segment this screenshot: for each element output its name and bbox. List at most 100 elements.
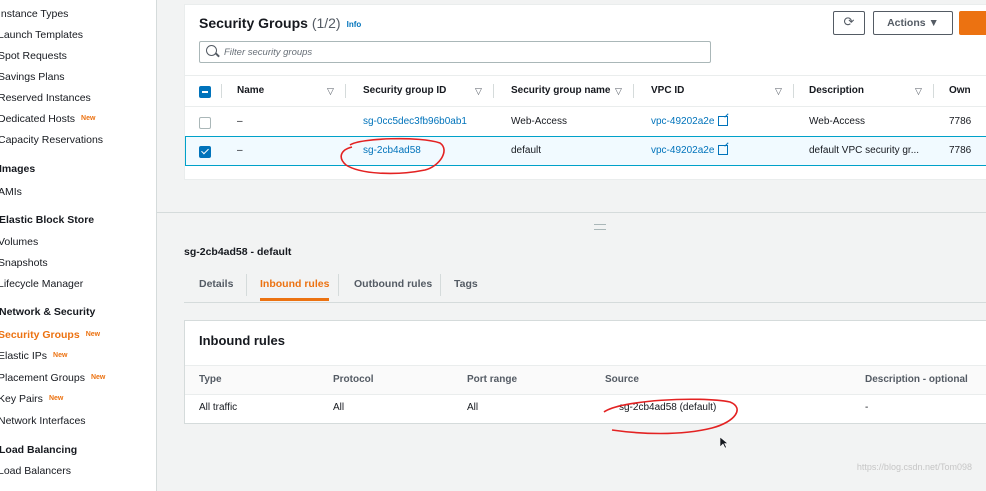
sidebar-item-volumes[interactable]: Volumes	[0, 232, 38, 252]
column-header-group-name[interactable]: Security group name	[511, 76, 610, 106]
column-divider	[221, 84, 222, 98]
new-badge: New	[81, 115, 96, 123]
info-link[interactable]: Info	[347, 20, 362, 29]
cell-description: default VPC security gr...	[809, 145, 920, 156]
cell-type: All traffic	[199, 402, 238, 413]
sidebar-item-key-pairs[interactable]: Key Pairs New	[0, 389, 63, 409]
tab-inbound-rules[interactable]: Inbound rules	[260, 268, 330, 301]
column-divider	[345, 84, 346, 98]
tab-tags[interactable]: Tags	[454, 268, 478, 300]
tab-divider	[440, 274, 441, 296]
external-link-icon	[718, 116, 729, 127]
search-icon	[206, 45, 217, 56]
resize-handle[interactable]	[594, 224, 606, 230]
cell-group-name: default	[511, 145, 542, 156]
cell-description: -	[865, 402, 869, 413]
cell-protocol: All	[333, 402, 345, 413]
cell-group-name: Web-Access	[511, 116, 567, 127]
sidebar-heading-images[interactable]: Images	[0, 159, 35, 179]
cell-group-id-link[interactable]: sg-0cc5dec3fb96b0ab1	[363, 107, 467, 137]
row-checkbox[interactable]	[199, 146, 211, 158]
column-header-protocol: Protocol	[333, 374, 374, 385]
sidebar-heading-elastic-block-store[interactable]: Elastic Block Store	[0, 210, 94, 230]
detail-tabs: Details Inbound rules Outbound rules Tag…	[184, 268, 986, 303]
cell-name: –	[237, 145, 243, 156]
table-row-selected[interactable]: – sg-2cb4ad58 default vpc-49202a2e defau…	[185, 136, 986, 166]
sort-down-icon[interactable]: ▽	[615, 76, 622, 106]
tab-divider	[338, 274, 339, 296]
inbound-rules-header: Type Protocol Port range Source Descript…	[185, 365, 986, 395]
create-security-group-button[interactable]	[959, 11, 986, 35]
refresh-button[interactable]: ⟳	[833, 11, 865, 35]
sidebar-item-snapshots[interactable]: Snapshots	[0, 253, 48, 273]
column-header-vpc-id[interactable]: VPC ID	[651, 76, 684, 106]
cell-vpc-id-link[interactable]: vpc-49202a2e	[651, 107, 729, 137]
column-divider	[633, 84, 634, 98]
new-badge: New	[48, 395, 64, 403]
column-header-port-range: Port range	[467, 374, 518, 385]
cell-source: sg-2cb4ad58 (default)	[619, 402, 717, 413]
column-divider	[493, 84, 494, 98]
sidebar-item-spot-requests[interactable]: Spot Requests	[0, 46, 67, 66]
sidebar-item-capacity-reservations[interactable]: Capacity Reservations	[0, 130, 103, 150]
page-title: Security Groups (1/2) Info	[199, 15, 362, 31]
sidebar-item-elastic-ips[interactable]: Elastic IPs New	[0, 346, 67, 366]
sidebar-item-launch-templates[interactable]: Launch Templates	[0, 25, 83, 45]
cell-owner: 7786	[949, 145, 972, 156]
tab-divider	[246, 274, 247, 296]
sidebar-item-load-balancers[interactable]: Load Balancers	[0, 461, 71, 481]
select-all-checkbox[interactable]	[199, 86, 211, 98]
sort-down-icon[interactable]: ▽	[475, 76, 482, 106]
sort-down-icon[interactable]: ▽	[775, 76, 782, 106]
sidebar-item-savings-plans[interactable]: Savings Plans	[0, 67, 65, 87]
column-header-description[interactable]: Description	[809, 76, 864, 106]
search-input[interactable]	[222, 43, 696, 61]
table-row: All traffic All All sg-2cb4ad58 (default…	[185, 394, 986, 422]
sidebar-item-network-interfaces[interactable]: Network Interfaces	[0, 411, 86, 431]
sort-down-icon[interactable]: ▽	[327, 76, 334, 106]
cell-description: Web-Access	[809, 116, 865, 127]
security-groups-panel: Security Groups (1/2)Info ⟳ Actions ▼ Na…	[184, 4, 986, 180]
sidebar-item-dedicated-hosts[interactable]: Dedicated Hosts New	[0, 109, 95, 129]
sort-down-icon[interactable]: ▽	[915, 76, 922, 106]
table-header: Name ▽ Security group ID ▽ Security grou…	[185, 75, 986, 106]
sidebar-item-reserved-instances[interactable]: Reserved Instances	[0, 88, 91, 108]
external-link-icon	[718, 145, 729, 156]
sidebar-heading-load-balancing[interactable]: Load Balancing	[0, 440, 77, 460]
mouse-cursor-icon	[719, 436, 729, 452]
inbound-rules-panel: Inbound rules Type Protocol Port range S…	[184, 320, 986, 424]
column-header-source: Source	[605, 374, 639, 385]
refresh-icon: ⟳	[843, 14, 855, 29]
new-badge: New	[85, 331, 101, 339]
cell-port-range: All	[467, 402, 479, 413]
sidebar-item-amis[interactable]: AMIs	[0, 182, 22, 202]
cell-name: –	[237, 116, 243, 127]
column-header-description: Description - optional	[865, 374, 968, 385]
detail-title: sg-2cb4ad58 - default	[184, 246, 292, 258]
tab-outbound-rules[interactable]: Outbound rules	[354, 268, 432, 300]
column-header-type: Type	[199, 374, 222, 385]
watermark: https://blog.csdn.net/Tom098	[856, 462, 972, 472]
sidebar-item-placement-groups[interactable]: Placement Groups New	[0, 368, 105, 388]
sidebar-item-instance-types[interactable]: Instance Types	[0, 4, 68, 24]
search-field[interactable]	[199, 41, 711, 63]
tab-details[interactable]: Details	[199, 268, 233, 300]
actions-button[interactable]: Actions ▼	[873, 11, 953, 35]
sidebar-item-lifecycle-manager[interactable]: Lifecycle Manager	[0, 274, 83, 294]
column-divider	[933, 84, 934, 98]
new-badge: New	[53, 352, 68, 360]
sidebar: Instance Types Launch Templates Spot Req…	[0, 0, 157, 491]
column-header-owner[interactable]: Own	[949, 76, 971, 106]
column-header-group-id[interactable]: Security group ID	[363, 76, 446, 106]
sidebar-heading-network-security[interactable]: Network & Security	[0, 302, 95, 322]
column-header-name[interactable]: Name	[237, 76, 264, 106]
cell-group-id-link[interactable]: sg-2cb4ad58	[363, 137, 421, 167]
column-divider	[793, 84, 794, 98]
table-row[interactable]: – sg-0cc5dec3fb96b0ab1 Web-Access vpc-49…	[185, 106, 986, 137]
sidebar-item-security-groups[interactable]: Security Groups New	[0, 325, 100, 345]
cell-vpc-id-link[interactable]: vpc-49202a2e	[651, 137, 729, 167]
row-checkbox[interactable]	[199, 117, 211, 129]
new-badge: New	[90, 374, 106, 382]
inbound-rules-title: Inbound rules	[199, 333, 285, 348]
cell-owner: 7786	[949, 116, 972, 127]
